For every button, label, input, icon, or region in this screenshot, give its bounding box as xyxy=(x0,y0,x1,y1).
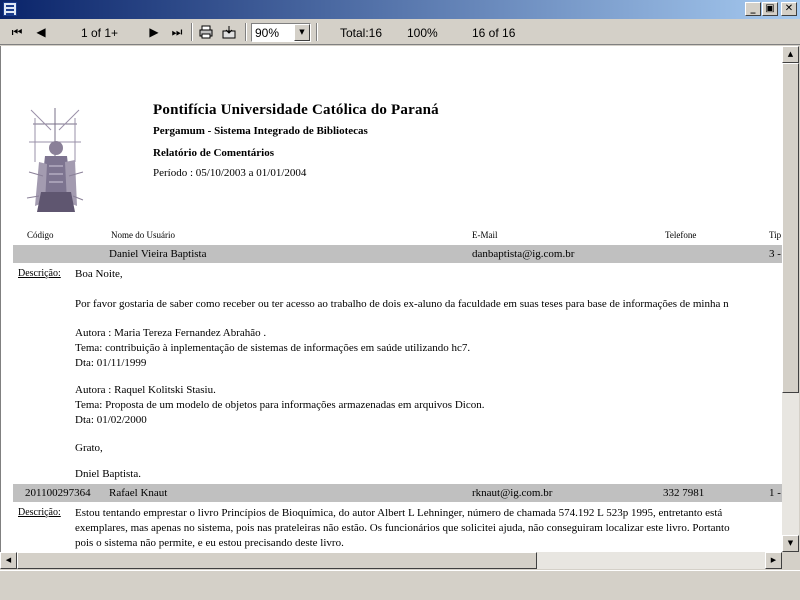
university-logo xyxy=(25,102,85,216)
scroll-left-button[interactable]: ◀ xyxy=(0,552,17,569)
scroll-right-button[interactable]: ▶ xyxy=(765,552,782,569)
description-line: Dta: 01/11/1999 xyxy=(75,357,147,369)
description-line: Por favor gostaria de saber como receber… xyxy=(75,298,729,310)
toolbar-separator xyxy=(316,23,318,41)
report-title: Pontifícia Universidade Católica do Para… xyxy=(153,102,439,118)
description-line: exemplares, mas apenas no sistema, pois … xyxy=(75,522,730,534)
last-page-icon[interactable]: ⏭ xyxy=(170,25,184,39)
column-header-codigo: Código xyxy=(27,230,54,240)
record-name: Rafael Knaut xyxy=(109,487,168,499)
app-icon[interactable] xyxy=(3,2,17,16)
scroll-up-button[interactable]: ▲ xyxy=(782,46,799,63)
report-page: Pontifícia Universidade Católica do Para… xyxy=(1,46,782,552)
toolbar-separator xyxy=(191,23,193,41)
records-count: 16 of 16 xyxy=(472,26,516,40)
report-period: Período : 05/10/2003 a 01/01/2004 xyxy=(153,167,307,179)
report-name: Relatório de Comentários xyxy=(153,147,274,159)
record-type: 3 - xyxy=(769,248,781,260)
total-records: Total:16 xyxy=(340,26,383,40)
title-bar: _ ▣ ✕ xyxy=(0,0,800,19)
export-icon[interactable] xyxy=(222,25,236,39)
column-header-tipo: Tip xyxy=(769,230,782,240)
record-phone: 332 7981 xyxy=(663,487,705,499)
progress-percent: 100% xyxy=(407,26,438,40)
horizontal-scrollbar[interactable]: ◀ ▶ xyxy=(0,552,782,569)
scrollbar-corner xyxy=(782,552,799,569)
description-line: pois o sistema não permite, e eu estou p… xyxy=(75,537,344,549)
description-label: Descrição: xyxy=(18,268,61,279)
column-header-nome: Nome do Usuário xyxy=(111,230,175,240)
zoom-select[interactable]: 90% ▼ xyxy=(251,23,311,42)
previous-page-icon[interactable]: ◀ xyxy=(34,25,48,39)
first-page-icon[interactable]: ⏮ xyxy=(10,25,24,39)
record-email: danbaptista@ig.com.br xyxy=(472,248,575,260)
vertical-scroll-thumb[interactable] xyxy=(782,63,799,393)
record-name: Daniel Vieira Baptista xyxy=(109,248,207,260)
description-line: Tema: contribuição à inplementação de si… xyxy=(75,342,471,354)
report-viewer: Pontifícia Universidade Católica do Para… xyxy=(0,46,782,552)
close-button[interactable]: ✕ xyxy=(781,2,797,16)
description-line: Estou tentando emprestar o livro Princíp… xyxy=(75,507,723,519)
column-header-telefone: Telefone xyxy=(665,230,697,240)
toolbar-separator xyxy=(245,23,247,41)
description-label: Descrição: xyxy=(18,507,61,518)
description-line: Grato, xyxy=(75,442,103,454)
description-line: Boa Noite, xyxy=(75,268,123,280)
description-line: Tema: Proposta de um modelo de objetos p… xyxy=(75,399,485,411)
table-row: Daniel Vieira Baptista danbaptista@ig.co… xyxy=(13,245,782,263)
report-toolbar: ⏮ ◀ 1 of 1+ ▶ ⏭ Total:16 100% 16 of 16 xyxy=(0,19,800,45)
description-line: Autora : Raquel Kolitski Stasiu. xyxy=(75,384,216,396)
report-subtitle: Pergamum - Sistema Integrado de Bibliote… xyxy=(153,125,368,137)
column-header-email: E-Mail xyxy=(472,230,498,240)
horizontal-scroll-thumb[interactable] xyxy=(17,552,537,569)
print-icon[interactable] xyxy=(199,25,213,39)
description-line: Autora : Maria Tereza Fernandez Abrahão … xyxy=(75,327,267,339)
description-line: Dta: 01/02/2000 xyxy=(75,414,147,426)
minimize-button[interactable]: _ xyxy=(745,2,761,16)
record-type: 1 - xyxy=(769,487,781,499)
vertical-scrollbar[interactable]: ▲ ▼ xyxy=(782,46,799,552)
zoom-value: 90% xyxy=(255,26,280,40)
record-code: 201100297364 xyxy=(25,487,91,499)
description-line: Dniel Baptista. xyxy=(75,468,141,480)
maximize-button[interactable]: ▣ xyxy=(762,2,778,16)
next-page-icon[interactable]: ▶ xyxy=(147,25,161,39)
chevron-down-icon[interactable]: ▼ xyxy=(294,24,310,41)
status-bar xyxy=(0,570,800,600)
scroll-down-button[interactable]: ▼ xyxy=(782,535,799,552)
table-row: 201100297364 Rafael Knaut rknaut@ig.com.… xyxy=(13,484,782,502)
page-indicator: 1 of 1+ xyxy=(81,26,119,40)
record-email: rknaut@ig.com.br xyxy=(472,487,553,499)
